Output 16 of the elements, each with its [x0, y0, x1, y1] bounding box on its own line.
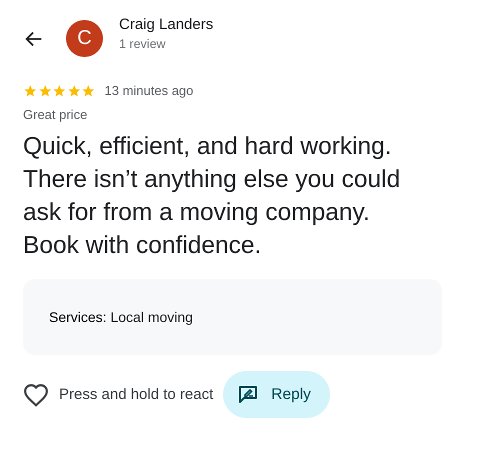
review-count: 1 review [119, 37, 167, 51]
review-text: Quick, efficient, and hard working. There isn’t anything else you could ask for from a moving company. Book with confidence. [23, 132, 402, 261]
reviewer-name: Craig Landers [119, 16, 214, 33]
avatar: C [66, 20, 103, 57]
review-time: 13 minutes ago [104, 83, 194, 98]
star-icon [66, 84, 81, 98]
star-icon [52, 84, 66, 98]
react-hint: Press and hold to react [59, 386, 214, 403]
review-tag: Great price [23, 107, 462, 122]
heart-icon[interactable] [23, 382, 49, 406]
services-text: Services: Local moving [49, 309, 193, 325]
edit-comment-icon [238, 385, 258, 404]
star-icon [81, 84, 96, 98]
star-icon [23, 84, 38, 98]
reply-button[interactable]: Reply [223, 371, 330, 418]
star-icon [38, 84, 52, 98]
